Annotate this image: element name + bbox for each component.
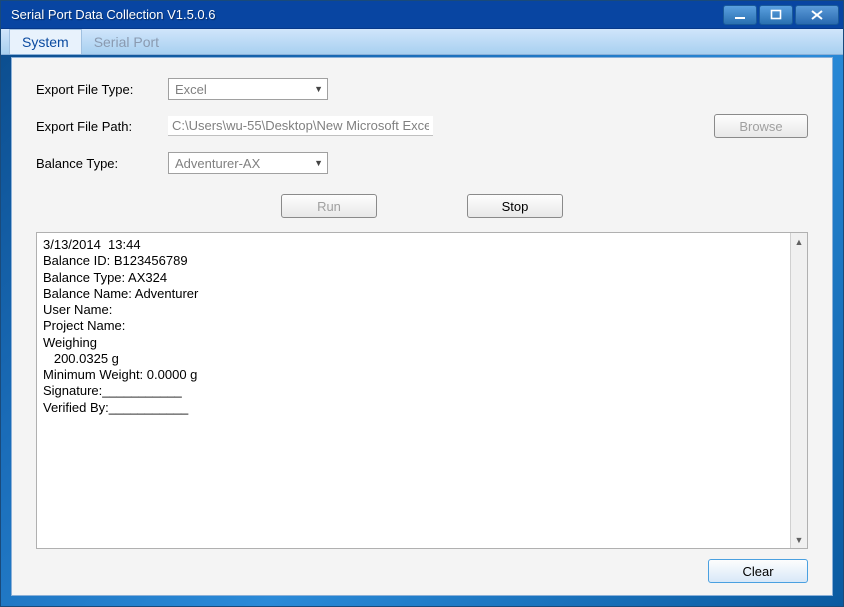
export-file-type-value: Excel xyxy=(175,82,207,97)
menu-system[interactable]: System xyxy=(9,29,82,54)
export-file-path-label: Export File Path: xyxy=(36,119,156,134)
log-area: 3/13/2014 13:44 Balance ID: B123456789 B… xyxy=(36,232,808,549)
minimize-button[interactable] xyxy=(723,5,757,25)
action-row: Run Stop xyxy=(36,194,808,218)
scroll-down-icon[interactable]: ▼ xyxy=(791,531,807,548)
log-textbox[interactable]: 3/13/2014 13:44 Balance ID: B123456789 B… xyxy=(36,232,808,549)
minimize-icon xyxy=(734,9,746,21)
content-panel: Export File Type: Excel ▼ Export File Pa… xyxy=(11,57,833,596)
window-title: Serial Port Data Collection V1.5.0.6 xyxy=(11,7,216,22)
log-scrollbar[interactable]: ▲ ▼ xyxy=(790,233,807,548)
menu-serial-port[interactable]: Serial Port xyxy=(82,29,171,54)
run-button[interactable]: Run xyxy=(281,194,377,218)
row-export-file-type: Export File Type: Excel ▼ xyxy=(36,78,808,100)
footer-row: Clear xyxy=(36,559,808,583)
chevron-down-icon: ▼ xyxy=(314,158,323,168)
titlebar-buttons xyxy=(723,5,839,25)
maximize-button[interactable] xyxy=(759,5,793,25)
scroll-up-icon[interactable]: ▲ xyxy=(791,233,807,250)
close-icon xyxy=(810,9,824,21)
row-export-file-path: Export File Path: Browse xyxy=(36,114,808,138)
browse-button[interactable]: Browse xyxy=(714,114,808,138)
chevron-down-icon: ▼ xyxy=(314,84,323,94)
balance-type-dropdown[interactable]: Adventurer-AX ▼ xyxy=(168,152,328,174)
balance-type-value: Adventurer-AX xyxy=(175,156,260,171)
export-file-type-dropdown[interactable]: Excel ▼ xyxy=(168,78,328,100)
titlebar: Serial Port Data Collection V1.5.0.6 xyxy=(1,1,843,29)
row-balance-type: Balance Type: Adventurer-AX ▼ xyxy=(36,152,808,174)
export-file-type-label: Export File Type: xyxy=(36,82,156,97)
stop-button[interactable]: Stop xyxy=(467,194,563,218)
maximize-icon xyxy=(770,9,782,21)
menubar: System Serial Port xyxy=(1,29,843,55)
app-window: Serial Port Data Collection V1.5.0.6 Sys… xyxy=(0,0,844,607)
export-file-path-input[interactable] xyxy=(168,116,433,136)
clear-button[interactable]: Clear xyxy=(708,559,808,583)
balance-type-label: Balance Type: xyxy=(36,156,156,171)
close-button[interactable] xyxy=(795,5,839,25)
